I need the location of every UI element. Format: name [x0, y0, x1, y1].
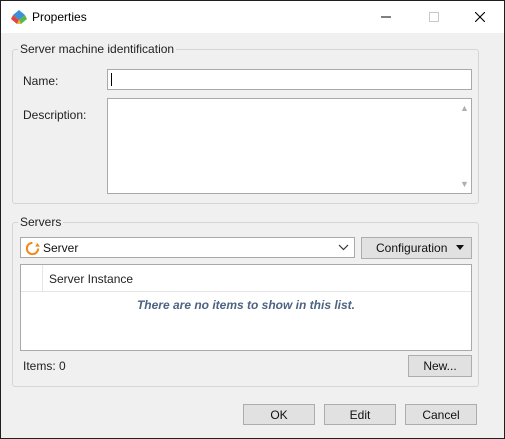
list-header-icon-column[interactable]: [21, 265, 43, 291]
chevron-down-icon: [338, 244, 349, 251]
edit-button[interactable]: Edit: [324, 404, 396, 425]
properties-dialog: Properties Server machine identification…: [0, 0, 505, 439]
maximize-button[interactable]: [412, 1, 456, 33]
column-header-server-instance[interactable]: Server Instance: [49, 272, 133, 286]
minimize-button[interactable]: [364, 1, 408, 33]
identification-legend: Server machine identification: [18, 42, 177, 56]
description-scrollbar[interactable]: ▲ ▼: [457, 99, 471, 193]
ok-button[interactable]: OK: [243, 404, 315, 425]
name-label: Name:: [23, 74, 59, 88]
text-caret: [111, 73, 112, 86]
dropdown-arrow-icon[interactable]: [456, 245, 464, 250]
description-input[interactable]: ▲ ▼: [107, 98, 472, 194]
new-button[interactable]: New...: [408, 355, 472, 377]
app-icon: [11, 10, 27, 24]
server-instance-list[interactable]: Server Instance There are no items to sh…: [20, 264, 472, 351]
title-bar[interactable]: Properties: [1, 1, 504, 33]
configuration-button[interactable]: Configuration: [361, 237, 472, 259]
server-icon: [25, 241, 40, 256]
minimize-icon: [381, 16, 391, 18]
name-input[interactable]: [107, 69, 472, 90]
close-button[interactable]: [458, 1, 502, 33]
close-icon: [475, 12, 485, 22]
empty-list-message: There are no items to show in this list.: [136, 298, 356, 312]
scroll-down-icon[interactable]: ▼: [460, 179, 469, 189]
configuration-label: Configuration: [376, 241, 448, 255]
servers-legend: Servers: [18, 215, 64, 229]
list-header: Server Instance: [21, 265, 471, 292]
maximize-icon: [429, 12, 439, 22]
description-label: Description:: [23, 108, 87, 122]
selected-server: Server: [43, 241, 79, 255]
scroll-up-icon[interactable]: ▲: [460, 103, 469, 113]
window-title: Properties: [32, 10, 87, 24]
cancel-button[interactable]: Cancel: [405, 404, 477, 425]
items-count: Items: 0: [23, 359, 66, 373]
server-select[interactable]: Server: [20, 237, 355, 258]
